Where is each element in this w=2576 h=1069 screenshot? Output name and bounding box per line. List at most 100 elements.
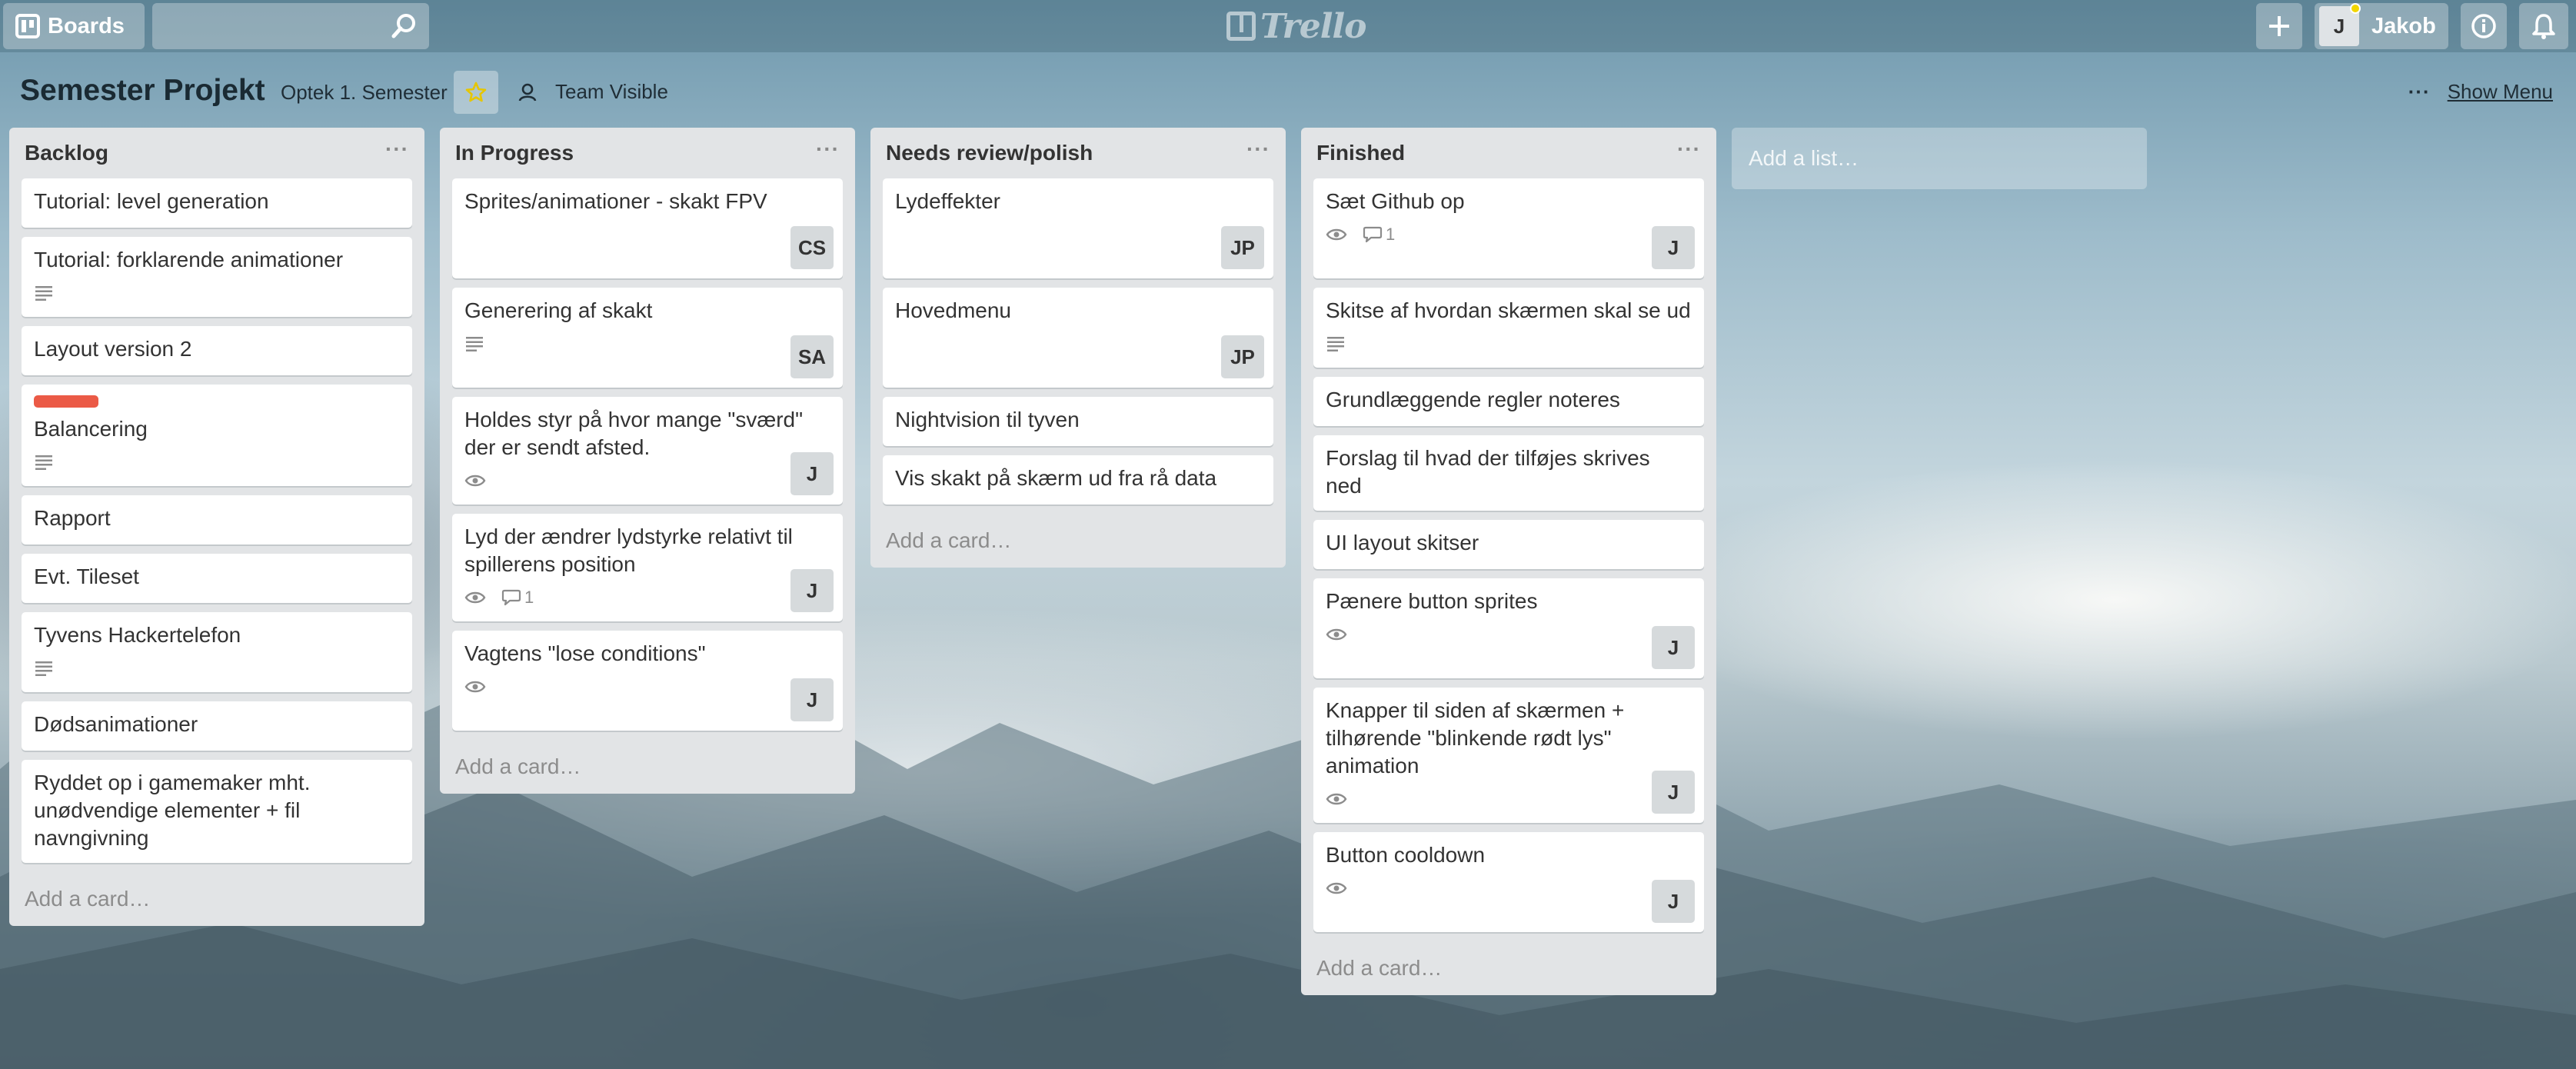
team-name[interactable]: Optek 1. Semester xyxy=(281,81,448,105)
list-header: Backlog ··· xyxy=(22,128,412,178)
add-list-button[interactable]: Add a list… xyxy=(1732,128,2147,189)
list-menu-icon[interactable]: ··· xyxy=(385,137,409,169)
list-card[interactable]: Sæt Github op 1 J xyxy=(1313,178,1704,278)
list-card[interactable]: Generering af skakt SA xyxy=(452,288,843,388)
trello-logo[interactable]: Trello xyxy=(1226,6,1366,46)
card-title: Button cooldown xyxy=(1326,843,1486,867)
notifications-button[interactable] xyxy=(2519,3,2568,49)
avatar-initial: J xyxy=(2333,14,2345,38)
boards-label: Boards xyxy=(48,13,125,38)
list-backlog: Backlog ··· Tutorial: level generation T… xyxy=(9,128,424,926)
comment-count: 1 xyxy=(1386,225,1396,244)
add-card-button[interactable]: Add a card… xyxy=(1313,941,1704,995)
member-avatar[interactable]: CS xyxy=(790,226,834,269)
user-menu-button[interactable]: J Jakob xyxy=(2315,3,2448,49)
plus-icon xyxy=(2269,16,2289,36)
team-icon xyxy=(518,83,537,102)
visibility-button[interactable]: Team Visible xyxy=(517,80,668,104)
card-title: Skitse af hvordan skærmen skal se ud xyxy=(1326,298,1691,322)
list-menu-icon[interactable]: ··· xyxy=(816,137,840,169)
list-title[interactable]: In Progress xyxy=(455,141,574,165)
watch-icon xyxy=(1326,621,1352,648)
show-menu-label: Show Menu xyxy=(2447,80,2553,103)
watch-icon xyxy=(1326,786,1352,812)
list-card[interactable]: Rapport xyxy=(22,495,412,544)
list-card[interactable]: Tyvens Hackertelefon xyxy=(22,612,412,692)
member-avatar[interactable]: JP xyxy=(1221,226,1264,269)
boards-icon xyxy=(8,6,48,46)
list-card[interactable]: Vagtens "lose conditions" J xyxy=(452,631,843,731)
list-finished: Finished ··· Sæt Github op 1 J Skitse af… xyxy=(1301,128,1716,995)
star-button[interactable] xyxy=(454,71,498,114)
list-card[interactable]: Sprites/animationer - skakt FPV CS xyxy=(452,178,843,278)
card-title: Evt. Tileset xyxy=(34,564,139,588)
description-icon xyxy=(34,449,60,475)
list-card[interactable]: UI layout skitser xyxy=(1313,520,1704,569)
list-card[interactable]: Balancering xyxy=(22,385,412,486)
card-title: Grundlæggende regler noteres xyxy=(1326,388,1620,411)
list-card[interactable]: Pænere button sprites J xyxy=(1313,578,1704,678)
list-card[interactable]: Vis skakt på skærm ud fra rå data xyxy=(883,455,1273,505)
card-title: Layout version 2 xyxy=(34,337,192,361)
description-icon xyxy=(34,280,60,306)
list-card[interactable]: Forslag til hvad der tilføjes skrives ne… xyxy=(1313,435,1704,511)
member-avatar[interactable]: J xyxy=(1652,626,1695,669)
show-menu-button[interactable]: ··· Show Menu xyxy=(2408,80,2553,104)
list-card[interactable]: Lyd der ændrer lydstyrke relativt til sp… xyxy=(452,514,843,621)
list-card[interactable]: Layout version 2 xyxy=(22,326,412,375)
list-card[interactable]: Evt. Tileset xyxy=(22,554,412,603)
card-title: Vis skakt på skærm ud fra rå data xyxy=(895,466,1217,490)
list-card[interactable]: Holdes styr på hvor mange "sværd" der er… xyxy=(452,397,843,505)
search-box[interactable] xyxy=(152,3,429,49)
list-card[interactable]: Grundlæggende regler noteres xyxy=(1313,377,1704,426)
list-card[interactable]: Tutorial: forklarende animationer xyxy=(22,237,412,317)
list-card[interactable]: Skitse af hvordan skærmen skal se ud xyxy=(1313,288,1704,368)
bell-icon xyxy=(2532,14,2555,39)
card-title: Forslag til hvad der tilføjes skrives ne… xyxy=(1326,446,1650,498)
description-icon xyxy=(34,655,60,681)
list-title[interactable]: Finished xyxy=(1316,141,1405,165)
comments-badge: 1 xyxy=(501,588,534,608)
list-title[interactable]: Backlog xyxy=(25,141,108,165)
list-card[interactable]: Knapper til siden af skærmen + tilhørend… xyxy=(1313,688,1704,823)
list-card[interactable]: Button cooldown J xyxy=(1313,832,1704,932)
notification-dot xyxy=(2350,3,2361,14)
member-avatar[interactable]: J xyxy=(1652,880,1695,923)
search-icon[interactable] xyxy=(389,11,420,42)
description-icon xyxy=(1326,331,1352,357)
card-label-red[interactable] xyxy=(34,395,98,408)
search-input[interactable] xyxy=(152,3,429,49)
info-button[interactable] xyxy=(2461,3,2507,49)
watch-icon xyxy=(464,584,491,611)
add-card-button[interactable]: Add a card… xyxy=(883,514,1273,568)
list-card[interactable]: Tutorial: level generation xyxy=(22,178,412,228)
add-card-button[interactable]: Add a card… xyxy=(22,872,412,926)
list-card[interactable]: Nightvision til tyven xyxy=(883,397,1273,446)
board-title[interactable]: Semester Projekt xyxy=(20,74,265,108)
list-card[interactable]: Lydeffekter JP xyxy=(883,178,1273,278)
add-card-button[interactable]: Add a card… xyxy=(452,740,843,794)
visibility-label: Team Visible xyxy=(555,80,668,103)
member-avatar[interactable]: SA xyxy=(790,335,834,378)
card-title: Tyvens Hackertelefon xyxy=(34,623,241,647)
member-avatar[interactable]: J xyxy=(790,452,834,495)
comment-icon xyxy=(1363,226,1383,243)
list-card[interactable]: Dødsanimationer xyxy=(22,701,412,751)
member-avatar[interactable]: J xyxy=(1652,226,1695,269)
list-card[interactable]: Ryddet op i gamemaker mht. unødvendige e… xyxy=(22,760,412,863)
member-avatar[interactable]: JP xyxy=(1221,335,1264,378)
top-navigation-bar: Boards Trello J Jakob xyxy=(0,0,2576,52)
card-title: Knapper til siden af skærmen + tilhørend… xyxy=(1326,698,1625,778)
card-title: Generering af skakt xyxy=(464,298,653,322)
member-avatar[interactable]: J xyxy=(790,569,834,612)
add-button[interactable] xyxy=(2256,3,2302,49)
member-avatar[interactable]: J xyxy=(790,678,834,721)
card-title: Hovedmenu xyxy=(895,298,1011,322)
logo-text: Trello xyxy=(1260,6,1366,46)
member-avatar[interactable]: J xyxy=(1652,771,1695,814)
list-menu-icon[interactable]: ··· xyxy=(1677,137,1701,169)
list-menu-icon[interactable]: ··· xyxy=(1246,137,1270,169)
list-title[interactable]: Needs review/polish xyxy=(886,141,1093,165)
boards-button[interactable]: Boards xyxy=(3,3,145,49)
list-card[interactable]: Hovedmenu JP xyxy=(883,288,1273,388)
